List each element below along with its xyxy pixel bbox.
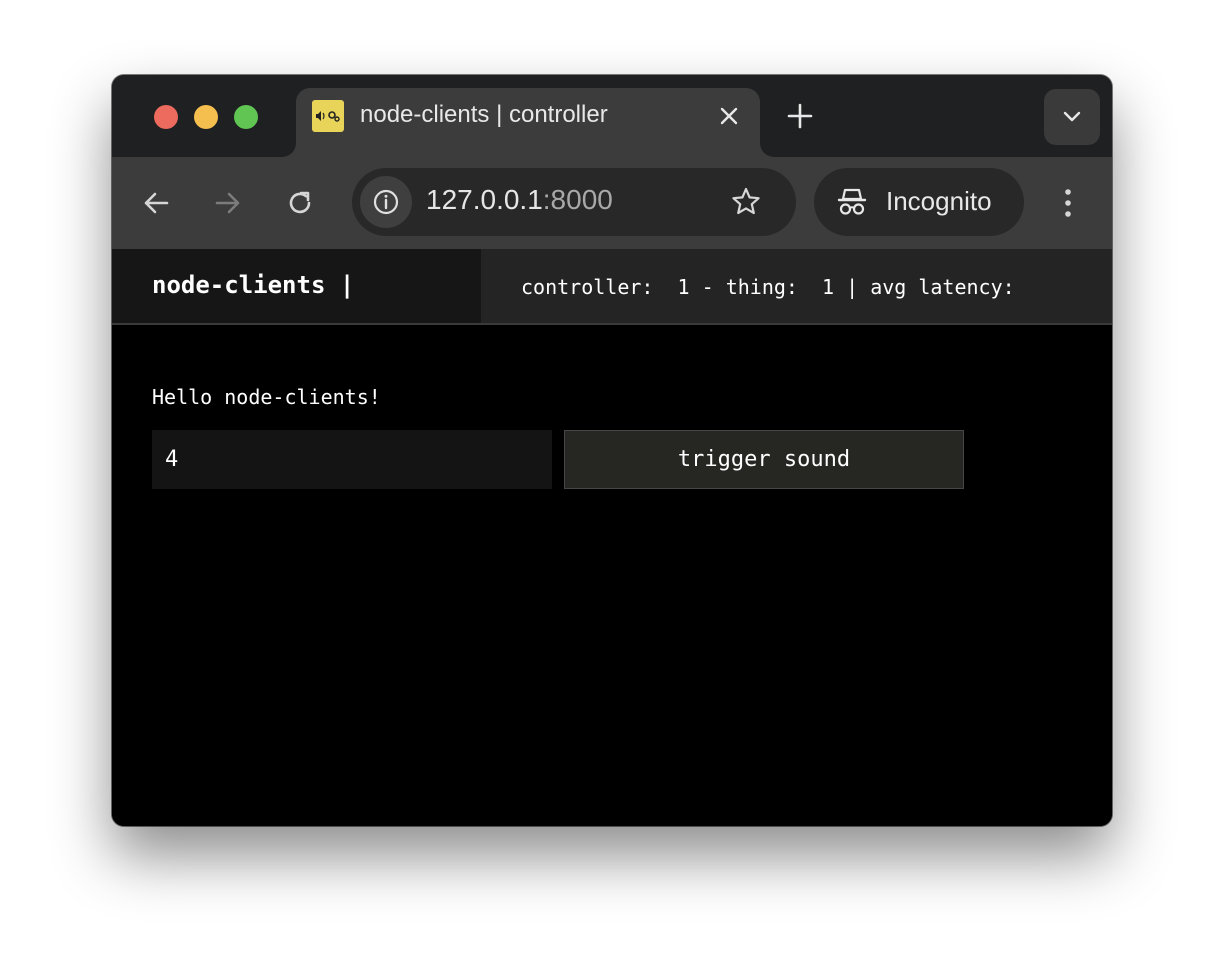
back-arrow-icon[interactable] [140, 187, 172, 219]
maximize-window-button[interactable] [234, 105, 258, 129]
browser-toolbar: 127.0.0.1:8000 Incognito [112, 157, 1112, 249]
app-brand: node-clients | [112, 249, 481, 323]
url-port: :8000 [542, 184, 613, 215]
close-window-button[interactable] [154, 105, 178, 129]
incognito-profile-button[interactable]: Incognito [814, 168, 1024, 236]
forward-arrow-icon[interactable] [212, 187, 244, 219]
tab-strip: node-clients | controller [112, 75, 1112, 157]
tab-controller[interactable]: node-clients | controller [296, 88, 760, 157]
app-header: node-clients | controller: 1 - thing: 1 … [112, 249, 1112, 325]
incognito-icon [837, 188, 867, 215]
url-host: 127.0.0.1 [426, 184, 543, 215]
trigger-sound-button[interactable]: trigger sound [564, 430, 964, 489]
info-icon [373, 189, 399, 215]
address-bar[interactable]: 127.0.0.1:8000 [352, 168, 796, 236]
reload-icon[interactable] [284, 187, 316, 219]
speaker-and-gears-icon [312, 100, 344, 132]
page-content: node-clients | controller: 1 - thing: 1 … [112, 249, 1112, 826]
minimize-window-button[interactable] [194, 105, 218, 129]
close-tab-icon[interactable] [716, 103, 742, 129]
client-stats: controller: 1 - thing: 1 | avg latency: [521, 275, 1015, 299]
more-menu-icon[interactable] [1056, 187, 1080, 219]
star-bookmark-icon[interactable] [730, 186, 762, 218]
site-info-button[interactable] [360, 176, 412, 228]
sound-number-input[interactable] [152, 430, 552, 489]
app-title: node-clients | [152, 271, 355, 299]
tab-search-button[interactable] [1044, 89, 1100, 145]
url-text: 127.0.0.1:8000 [426, 184, 613, 216]
tab-title: node-clients | controller [360, 101, 608, 128]
new-tab-icon[interactable] [786, 102, 814, 130]
browser-window: node-clients | controller 127.0.0.1:8000… [112, 75, 1112, 826]
chevron-down-icon [1063, 111, 1081, 122]
incognito-label: Incognito [886, 186, 992, 216]
greeting-text: Hello node-clients! [152, 385, 381, 409]
